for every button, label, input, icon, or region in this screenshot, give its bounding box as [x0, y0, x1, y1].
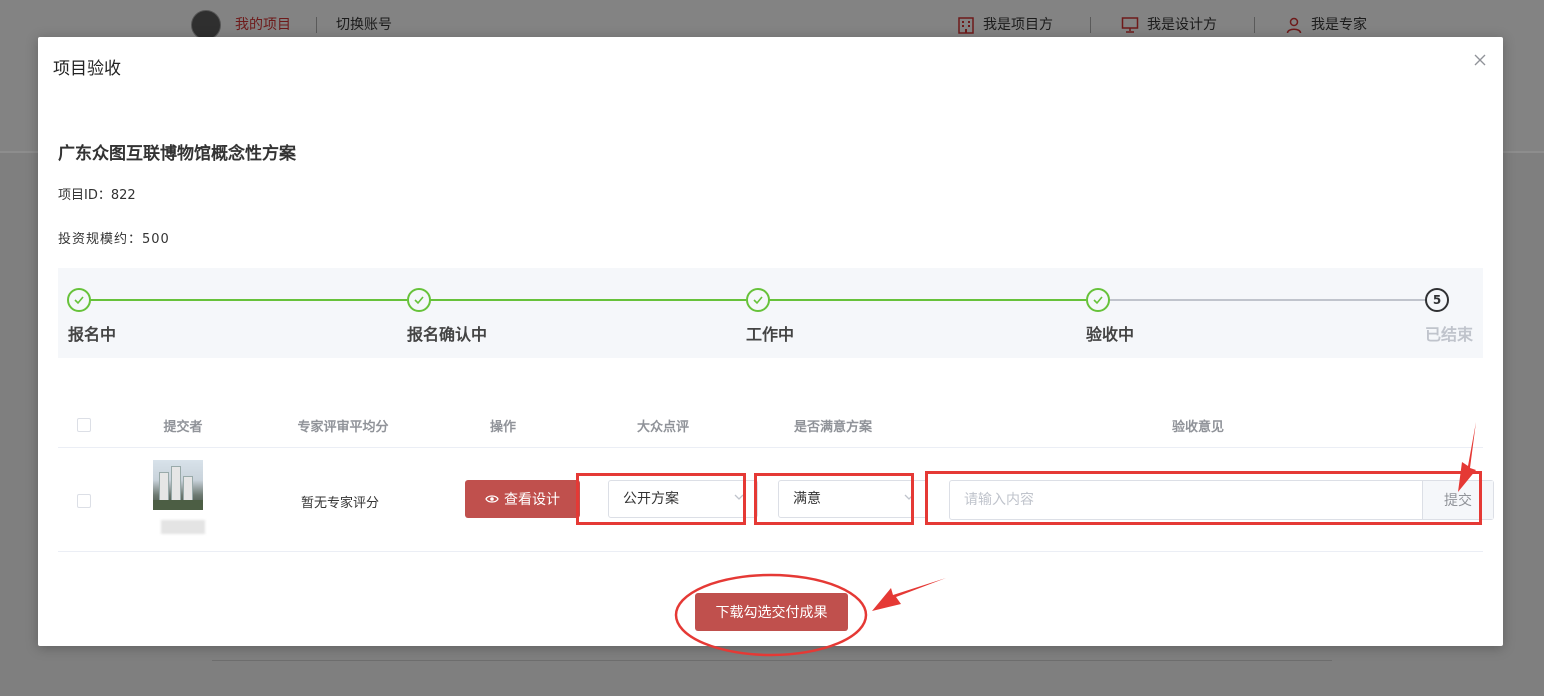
annotation-ellipse: [674, 573, 868, 657]
annotation-arrow: [1458, 422, 1476, 492]
annotation-overlay: [674, 422, 1476, 657]
annotation-arrow: [872, 578, 946, 611]
